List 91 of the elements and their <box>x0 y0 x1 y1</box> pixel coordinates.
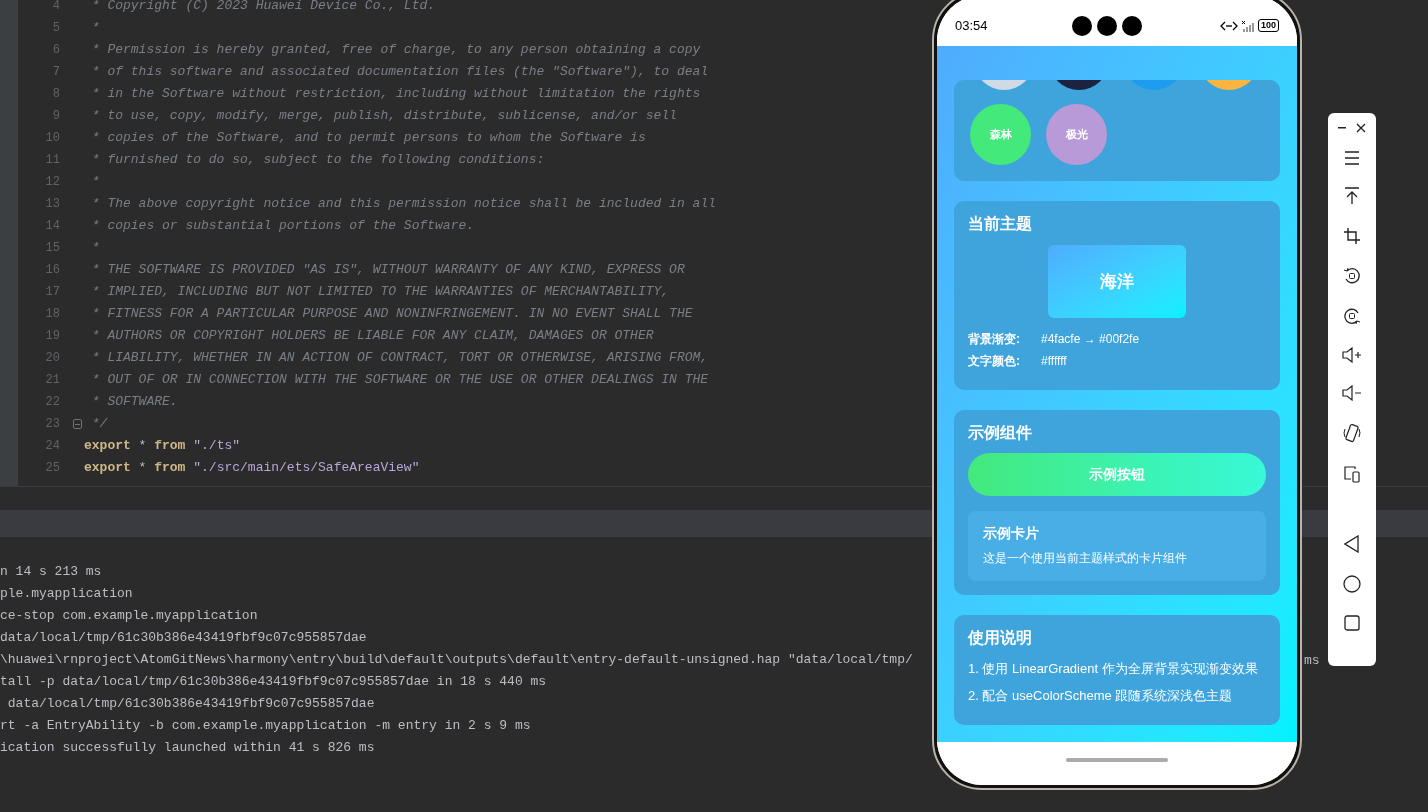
code-comment: * <box>90 19 100 37</box>
line-number: 17 <box>45 284 60 301</box>
line-number: 4 <box>52 0 60 15</box>
crop-icon[interactable] <box>1343 227 1361 245</box>
console-line: data/local/tmp/61c30b386e43419fbf9c07c955857dae <box>0 629 367 647</box>
line-number: 21 <box>45 372 60 389</box>
code-comment: */ <box>90 415 108 433</box>
console-line: ms <box>1304 652 1320 670</box>
line-number: 9 <box>52 108 60 125</box>
instruction-text: 2. 配合 useColorScheme 跟随系统深浅色主题 <box>968 687 1234 705</box>
card-title: 示例卡片 <box>983 524 1040 543</box>
code-comment: * furnished to do so, subject to the following conditions: <box>90 151 545 169</box>
code-comment: * <box>90 173 100 191</box>
line-number: 6 <box>52 42 60 59</box>
minimize-icon[interactable] <box>1338 127 1346 129</box>
example-button[interactable]: 示例按钮 <box>968 453 1266 496</box>
console-line: ce-stop com.example.myapplication <box>0 607 258 625</box>
field-value: #ffffff <box>1041 353 1067 370</box>
phone-rotate-icon[interactable] <box>1343 423 1361 443</box>
fold-icon[interactable] <box>73 419 82 429</box>
code-comment: * copies or substantial portions of the Software. <box>90 217 475 235</box>
instruction-text: 1. 使用 LinearGradient 作为全屏背景实现渐变效果 <box>968 660 1259 678</box>
close-icon[interactable] <box>1356 123 1366 133</box>
code-comment: * OUT OF OR IN CONNECTION WITH THE SOFTWARE OR THE USE OR OTHER DEALINGS IN THE <box>90 371 709 389</box>
camera-icon <box>1072 15 1092 36</box>
console-line: tall -p data/local/tmp/61c30b386e43419fbf9c07c955857dae in 18 s 440 ms <box>0 673 547 691</box>
line-number: 12 <box>45 174 60 191</box>
line-number: 18 <box>45 306 60 323</box>
card-description: 这是一个使用当前主题样式的卡片组件 <box>983 550 1188 567</box>
console-line: ple.myapplication <box>0 585 133 603</box>
section-title: 使用说明 <box>968 628 1033 648</box>
camera-icon <box>1122 15 1142 36</box>
code-line: export * from "./src/main/ets/SafeAreaView" <box>84 459 420 477</box>
rotate-right-icon[interactable] <box>1343 307 1361 325</box>
section-title: 示例组件 <box>968 423 1033 443</box>
section-title: 当前主题 <box>968 214 1033 234</box>
console-line: ication successfully launched within 41 s 826 ms <box>0 739 375 757</box>
line-number: 8 <box>52 86 60 103</box>
code-comment: * in the Software without restriction, including without limitation the rights <box>90 85 701 103</box>
code-comment: * Copyright (C) 2023 Huawei Device Co., Ltd. <box>90 0 436 15</box>
data-transfer-icon <box>1219 20 1238 31</box>
code-comment: * of this software and associated documentation files (the "Software"), to deal <box>90 63 709 81</box>
signal-icon <box>1240 19 1255 32</box>
rotate-left-icon[interactable] <box>1343 267 1361 285</box>
line-number: 25 <box>45 460 60 477</box>
line-number: 5 <box>52 20 60 37</box>
code-comment: * LIABILITY, WHETHER IN AN ACTION OF CONTRACT, TORT OR OTHERWISE, ARISING FROM, <box>90 349 709 367</box>
code-comment: * The above copyright notice and this permission notice shall be included in all <box>90 195 716 213</box>
battery-level: 100 <box>1257 19 1279 32</box>
line-number: 7 <box>52 64 60 81</box>
line-number: 14 <box>45 218 60 235</box>
camera-icon <box>1097 15 1117 36</box>
code-comment: * copies of the Software, and to permit persons to whom the Software is <box>90 129 646 147</box>
back-icon[interactable] <box>1344 535 1360 553</box>
line-number: 24 <box>45 438 60 455</box>
theme-preview: 海洋 <box>1048 245 1186 318</box>
multi-device-icon[interactable] <box>1343 465 1361 483</box>
console-line: data/local/tmp/61c30b386e43419fbf9c07c955857dae <box>6 695 375 713</box>
code-comment: * AUTHORS OR COPYRIGHT HOLDERS BE LIABLE FOR ANY CLAIM, DAMAGES OR OTHER <box>90 327 654 345</box>
code-comment: * FITNESS FOR A PARTICULAR PURPOSE AND NONINFRINGEMENT. IN NO EVENT SHALL THE <box>90 305 693 323</box>
code-comment: * <box>90 239 100 257</box>
line-number: 22 <box>45 394 60 411</box>
console-line: rt -a EntryAbility -b com.example.myapplication -m entry in 2 s 9 ms <box>0 717 531 735</box>
volume-down-icon[interactable] <box>1342 385 1362 401</box>
line-number: 23 <box>45 416 60 433</box>
line-number: 19 <box>45 328 60 345</box>
field-label: 文字颜色: <box>968 353 1021 370</box>
line-number: 13 <box>45 196 60 213</box>
field-label: 背景渐变: <box>968 331 1021 348</box>
line-number: 16 <box>45 262 60 279</box>
code-comment: * to use, copy, modify, merge, publish, distribute, sublicense, and/or sell <box>90 107 677 125</box>
code-comment: * SOFTWARE. <box>90 393 178 411</box>
console-line: \huawei\rnproject\AtomGitNews\harmony\entry\build\default\outputs\default\entry-default-unsigned.hap "data/local/tmp/ <box>0 651 913 669</box>
line-number: 11 <box>45 152 60 169</box>
menu-icon[interactable] <box>1344 151 1360 165</box>
console-line: n 14 s 213 ms <box>0 563 102 581</box>
line-number: 15 <box>45 240 60 257</box>
line-number: 10 <box>45 130 60 147</box>
code-comment: * IMPLIED, INCLUDING BUT NOT LIMITED TO THE WARRANTIES OF MERCHANTABILITY, <box>90 283 670 301</box>
field-value: #4facfe → #00f2fe <box>1041 331 1140 348</box>
arrow-up-icon[interactable] <box>1344 187 1360 205</box>
status-time: 03:54 <box>955 16 989 35</box>
home-icon[interactable] <box>1343 575 1361 593</box>
code-comment: * Permission is hereby granted, free of charge, to any person obtaining a copy <box>90 41 701 59</box>
volume-up-icon[interactable] <box>1342 347 1362 363</box>
line-number: 20 <box>45 350 60 367</box>
code-comment: * THE SOFTWARE IS PROVIDED "AS IS", WITHOUT WARRANTY OF ANY KIND, EXPRESS OR <box>90 261 685 279</box>
code-line: export * from "./ts" <box>84 437 241 455</box>
recents-icon[interactable] <box>1344 615 1360 631</box>
theme-swatch[interactable]: 极光 <box>1046 104 1107 165</box>
theme-swatch[interactable]: 森林 <box>970 104 1031 165</box>
